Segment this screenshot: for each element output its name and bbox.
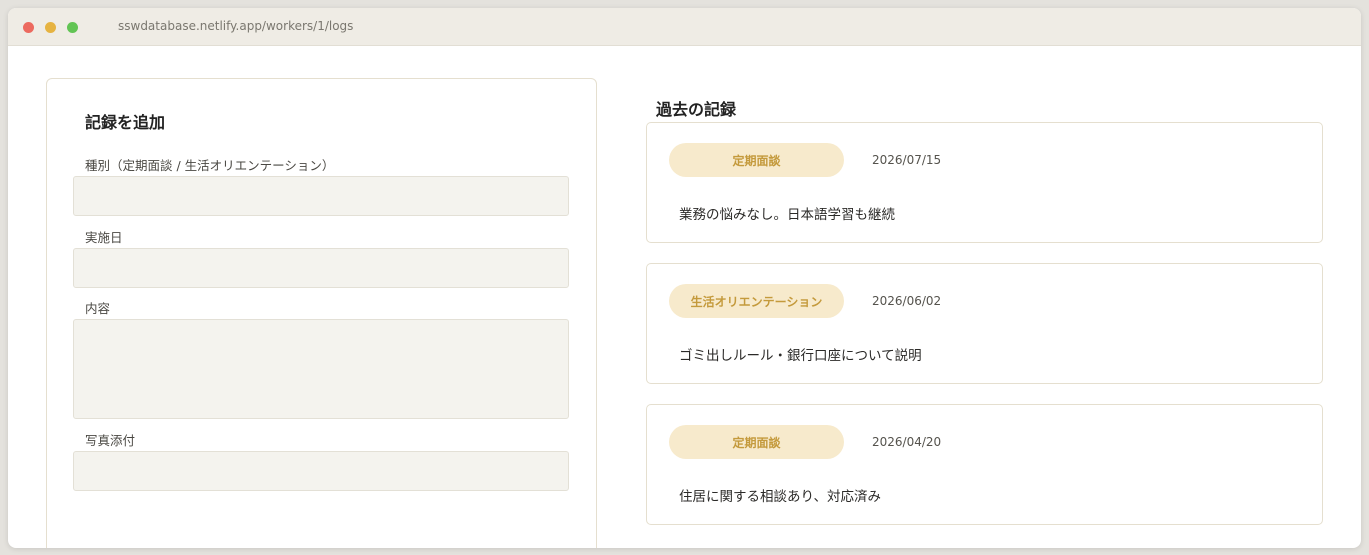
log-type-badge: 定期面談 bbox=[669, 143, 844, 177]
log-type-badge: 定期面談 bbox=[669, 425, 844, 459]
photo-field-label: 写真添付 bbox=[85, 433, 136, 448]
log-entry-card[interactable]: 定期面談 2026/04/20 住居に関する相談あり、対応済み bbox=[646, 404, 1323, 525]
minimize-window-button[interactable] bbox=[45, 22, 56, 33]
log-content: 住居に関する相談あり、対応済み bbox=[679, 489, 881, 505]
content-textarea[interactable] bbox=[73, 319, 569, 419]
browser-window: sswdatabase.netlify.app/workers/1/logs 記… bbox=[8, 8, 1361, 548]
history-title: 過去の記録 bbox=[656, 100, 737, 119]
content-field-label: 内容 bbox=[85, 301, 111, 316]
log-content: 業務の悩みなし。日本語学習も継続 bbox=[679, 207, 895, 223]
close-window-button[interactable] bbox=[23, 22, 34, 33]
log-entry-card[interactable]: 生活オリエンテーション 2026/06/02 ゴミ出しルール・銀行口座について説… bbox=[646, 263, 1323, 384]
type-field-label: 種別（定期面談 / 生活オリエンテーション） bbox=[85, 158, 335, 173]
log-date: 2026/06/02 bbox=[872, 294, 942, 308]
log-date: 2026/04/20 bbox=[872, 435, 942, 449]
date-field-label: 実施日 bbox=[85, 230, 123, 245]
address-bar-url[interactable]: sswdatabase.netlify.app/workers/1/logs bbox=[118, 19, 353, 33]
maximize-window-button[interactable] bbox=[67, 22, 78, 33]
type-input[interactable] bbox=[73, 176, 569, 216]
add-record-form: 記録を追加 種別（定期面談 / 生活オリエンテーション） 実施日 内容 写真添付 bbox=[46, 78, 597, 548]
log-date: 2026/07/15 bbox=[872, 153, 942, 167]
log-content: ゴミ出しルール・銀行口座について説明 bbox=[679, 348, 922, 364]
log-type-badge: 生活オリエンテーション bbox=[669, 284, 844, 318]
form-title: 記録を追加 bbox=[85, 113, 166, 132]
date-input[interactable] bbox=[73, 248, 569, 288]
log-entry-card[interactable]: 定期面談 2026/07/15 業務の悩みなし。日本語学習も継続 bbox=[646, 122, 1323, 243]
browser-titlebar: sswdatabase.netlify.app/workers/1/logs bbox=[8, 8, 1361, 46]
photo-attachment-input[interactable] bbox=[73, 451, 569, 491]
